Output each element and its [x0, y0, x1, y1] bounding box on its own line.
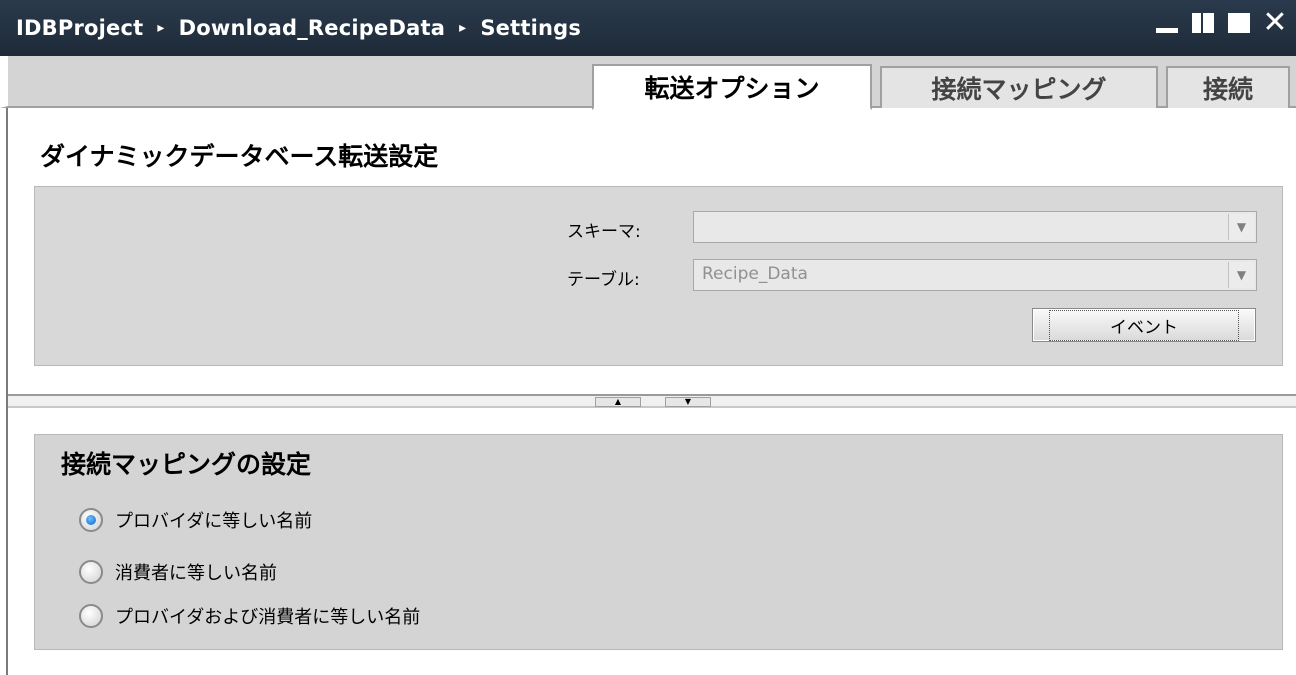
close-icon[interactable]: ✕ — [1262, 8, 1288, 38]
tab-connection-mapping[interactable]: 接続マッピング — [880, 66, 1158, 108]
radio-option-provider-and-consumer[interactable]: プロバイダおよび消費者に等しい名前 — [79, 603, 420, 629]
radio-button[interactable] — [79, 604, 103, 628]
mapping-settings-title: 接続マッピングの設定 — [61, 450, 312, 479]
window-controls: ✕ — [1154, 8, 1288, 38]
left-border — [6, 108, 8, 675]
breadcrumb: IDBProject ▸ Download_RecipeData ▸ Setti… — [0, 16, 581, 40]
tab-connection[interactable]: 接続 — [1166, 66, 1290, 108]
radio-button[interactable] — [79, 560, 103, 584]
transfer-settings-panel: スキーマ: ▼ テーブル: Recipe_Data ▼ イベント — [34, 186, 1283, 366]
breadcrumb-item-settings[interactable]: Settings — [480, 16, 581, 40]
breadcrumb-separator-icon: ▸ — [459, 20, 467, 36]
chevron-down-icon[interactable]: ▼ — [1228, 262, 1254, 288]
panel-splitter[interactable]: ▲ ▼ — [8, 394, 1296, 408]
schema-dropdown[interactable]: ▼ — [693, 211, 1257, 243]
radio-label: プロバイダおよび消費者に等しい名前 — [115, 607, 421, 628]
transfer-settings-title: ダイナミックデータベース転送設定 — [40, 142, 439, 171]
breadcrumb-item-project[interactable]: IDBProject — [16, 16, 143, 40]
table-value: Recipe_Data — [702, 264, 808, 284]
radio-button-checked[interactable] — [79, 508, 103, 532]
schema-label: スキーマ: — [567, 222, 641, 242]
table-label: テーブル: — [567, 270, 640, 290]
event-button-label: イベント — [1049, 309, 1239, 341]
radio-option-provider[interactable]: プロバイダに等しい名前 — [79, 507, 312, 533]
tile-window-icon[interactable] — [1190, 10, 1216, 36]
minimize-icon[interactable] — [1154, 10, 1180, 36]
radio-label: 消費者に等しい名前 — [115, 563, 277, 584]
title-bar: IDBProject ▸ Download_RecipeData ▸ Setti… — [0, 0, 1296, 56]
tab-strip: 転送オプション 接続マッピング 接続 — [0, 56, 1296, 110]
table-dropdown[interactable]: Recipe_Data ▼ — [693, 259, 1257, 291]
breadcrumb-separator-icon: ▸ — [157, 20, 165, 36]
event-button[interactable]: イベント — [1032, 308, 1256, 342]
tab-transfer-options[interactable]: 転送オプション — [592, 64, 872, 110]
collapse-down-icon[interactable]: ▼ — [665, 397, 711, 407]
breadcrumb-item-download[interactable]: Download_RecipeData — [179, 16, 446, 40]
radio-label: プロバイダに等しい名前 — [115, 511, 313, 532]
collapse-up-icon[interactable]: ▲ — [595, 397, 641, 407]
mapping-settings-panel: 接続マッピングの設定 プロバイダに等しい名前 消費者に等しい名前 プロバイダおよ… — [34, 434, 1283, 650]
maximize-icon[interactable] — [1226, 10, 1252, 36]
chevron-down-icon[interactable]: ▼ — [1228, 214, 1254, 240]
radio-option-consumer[interactable]: 消費者に等しい名前 — [79, 559, 277, 585]
